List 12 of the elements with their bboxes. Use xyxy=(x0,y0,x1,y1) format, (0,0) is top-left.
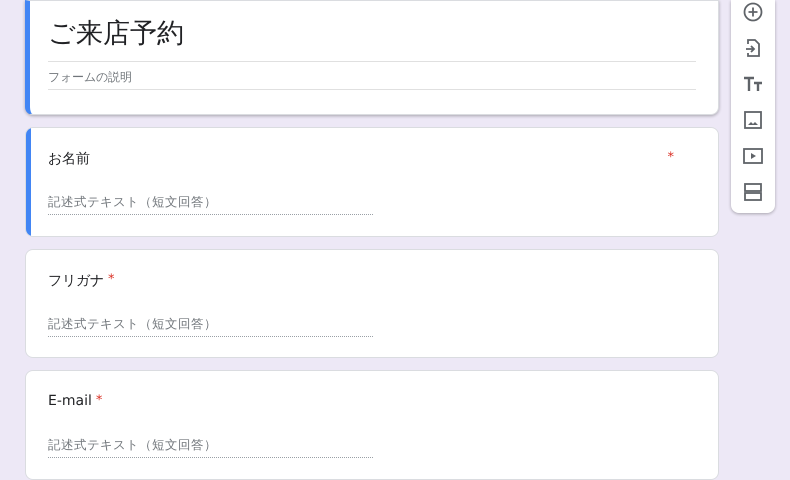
question-card[interactable]: E-mail * 記述式テキスト（短文回答） xyxy=(25,370,719,480)
required-mark: * xyxy=(668,150,674,165)
required-mark: * xyxy=(96,393,102,408)
image-icon[interactable] xyxy=(741,108,765,132)
question-label: E-mail xyxy=(48,393,92,410)
question-card[interactable]: フリガナ * 記述式テキスト（短文回答） xyxy=(25,248,719,358)
question-label: フリガナ xyxy=(48,272,104,290)
section-icon[interactable] xyxy=(741,180,765,204)
question-card[interactable]: お名前 * 記述式テキスト（短文回答） xyxy=(25,127,719,237)
add-icon[interactable] xyxy=(741,0,765,24)
question-label: お名前 xyxy=(48,150,90,168)
required-mark: * xyxy=(108,272,114,287)
